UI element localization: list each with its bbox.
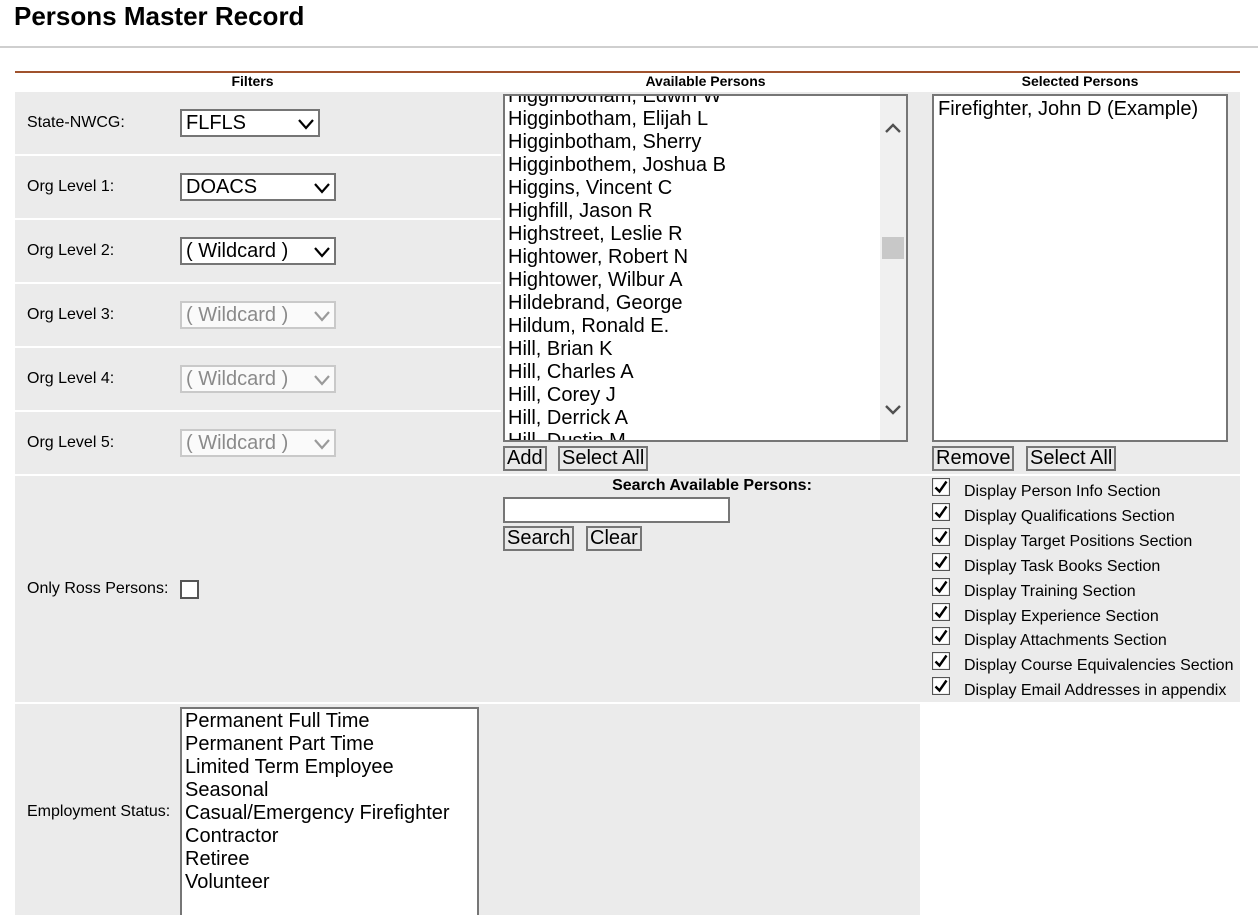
chevron-up-icon[interactable] — [884, 122, 902, 134]
scrollbar-thumb[interactable] — [882, 237, 904, 259]
remove-button[interactable]: Remove — [932, 446, 1015, 471]
org-level-5-select[interactable]: ( Wildcard ) — [180, 429, 336, 457]
org-level-4-select[interactable]: ( Wildcard ) — [180, 365, 336, 393]
chevron-down-icon — [314, 311, 330, 322]
chevron-down-icon — [314, 439, 330, 450]
search-button[interactable]: Search — [503, 526, 575, 551]
org-level-5-label: Org Level 5: — [27, 434, 115, 451]
available-person-option[interactable]: Hildebrand, George — [505, 292, 880, 315]
display-option-label: Display Course Equivalencies Section — [964, 657, 1234, 675]
org-level-3-select[interactable]: ( Wildcard ) — [180, 301, 336, 329]
only-ross-persons-label: Only Ross Persons: — [27, 580, 169, 597]
add-button[interactable]: Add — [503, 446, 547, 471]
select-all-available-button[interactable]: Select All — [558, 446, 649, 471]
employment-status-option[interactable]: Permanent Part Time — [182, 733, 450, 756]
employment-status-option[interactable]: Retiree — [182, 848, 450, 871]
state-nwcg-value: FLFLS — [186, 112, 247, 134]
available-person-option[interactable]: Higginbotham, Edwin W — [505, 96, 880, 108]
chevron-down-icon — [298, 119, 314, 130]
available-person-option[interactable]: Hill, Corey J — [505, 384, 880, 407]
employment-status-label: Employment Status: — [27, 803, 171, 820]
checked-checkbox-icon[interactable] — [932, 527, 950, 546]
checked-checkbox-icon[interactable] — [932, 478, 950, 496]
available-person-option[interactable]: Hill, Derrick A — [505, 407, 880, 430]
select-all-selected-button[interactable]: Select All — [1026, 446, 1117, 471]
checked-checkbox-icon[interactable] — [932, 602, 950, 621]
chevron-down-icon — [314, 183, 330, 194]
display-option-label: Display Experience Section — [964, 607, 1159, 625]
checked-checkbox-icon[interactable] — [932, 502, 950, 521]
display-option-label: Display Target Positions Section — [964, 532, 1193, 550]
selected-persons-header: Selected Persons — [1021, 73, 1139, 89]
org-level-4-value: ( Wildcard ) — [186, 368, 289, 390]
org-level-4-label: Org Level 4: — [27, 370, 115, 387]
available-person-option[interactable]: Highfill, Jason R — [505, 200, 880, 223]
org-level-1-select[interactable]: DOACS — [180, 173, 336, 201]
display-option-label: Display Attachments Section — [964, 632, 1167, 650]
only-ross-persons-checkbox[interactable] — [180, 580, 199, 599]
org-level-2-label: Org Level 2: — [27, 242, 115, 259]
available-person-option[interactable]: Hightower, Robert N — [505, 246, 880, 269]
clear-button[interactable]: Clear — [586, 526, 642, 551]
available-persons-header: Available Persons — [645, 73, 766, 89]
display-option-label: Display Qualifications Section — [964, 507, 1175, 525]
checked-checkbox-icon[interactable] — [932, 552, 950, 571]
employment-status-option[interactable]: Volunteer — [182, 871, 450, 894]
checked-checkbox-icon[interactable] — [932, 677, 950, 696]
employment-status-option[interactable]: Permanent Full Time — [182, 710, 450, 733]
available-person-option[interactable]: Hill, Charles A — [505, 361, 880, 384]
employment-status-option[interactable]: Limited Term Employee — [182, 756, 450, 779]
checked-checkbox-icon[interactable] — [932, 627, 950, 646]
title-divider — [0, 46, 1258, 48]
checked-checkbox-icon[interactable] — [932, 577, 950, 596]
available-person-option[interactable]: Higgins, Vincent C — [505, 177, 880, 200]
available-persons-list[interactable]: Higginbotham, Edwin W Higginbotham, Elija… — [503, 94, 908, 442]
selected-persons-items: Firefighter, John D (Example) — [935, 98, 1198, 121]
page-title: Persons Master Record — [14, 1, 305, 31]
org-level-1-value: DOACS — [186, 176, 258, 198]
display-option-label: Display Task Books Section — [964, 557, 1161, 575]
chevron-down-icon — [314, 375, 330, 386]
checked-checkbox-icon[interactable] — [932, 652, 950, 671]
available-person-option[interactable]: Higginbotham, Elijah L — [505, 108, 880, 131]
org-level-1-label: Org Level 1: — [27, 178, 115, 195]
available-person-option[interactable]: Hill, Dustin M — [505, 430, 880, 440]
available-person-option[interactable]: Hildum, Ronald E. — [505, 315, 880, 338]
search-label: Search Available Persons: — [612, 477, 812, 494]
org-level-3-value: ( Wildcard ) — [186, 304, 289, 326]
search-input[interactable] — [503, 497, 730, 523]
state-nwcg-select[interactable]: FLFLS — [180, 109, 320, 137]
employment-status-option[interactable]: Casual/Emergency Firefighter — [182, 802, 450, 825]
org-level-5-value: ( Wildcard ) — [186, 432, 289, 454]
available-person-option[interactable]: Higginbotham, Sherry — [505, 131, 880, 154]
display-option-label: Display Person Info Section — [964, 483, 1161, 500]
filters-header: Filters — [231, 73, 274, 89]
state-nwcg-label: State-NWCG: — [27, 114, 125, 131]
chevron-down-icon[interactable] — [884, 404, 902, 416]
available-person-option[interactable]: Hill, Brian K — [505, 338, 880, 361]
employment-status-option[interactable]: Seasonal — [182, 779, 450, 802]
org-level-2-select[interactable]: ( Wildcard ) — [180, 237, 336, 265]
org-level-3-label: Org Level 3: — [27, 306, 115, 323]
employment-status-option[interactable]: Contractor — [182, 825, 450, 848]
employment-status-items: Permanent Full Time Permanent Part Time Li… — [182, 710, 450, 894]
display-options: Display Person Info Section Display Quali… — [932, 478, 1238, 700]
org-level-2-value: ( Wildcard ) — [186, 240, 289, 262]
available-scrollbar[interactable] — [880, 96, 906, 440]
selected-person-option[interactable]: Firefighter, John D (Example) — [935, 98, 1198, 121]
available-person-option[interactable]: Higginbothem, Joshua B — [505, 154, 880, 177]
available-person-option[interactable]: Hightower, Wilbur A — [505, 269, 880, 292]
selected-persons-list[interactable]: Firefighter, John D (Example) — [932, 94, 1228, 442]
display-option-label: Display Training Section — [964, 582, 1136, 600]
available-persons-items: Higginbotham, Edwin W Higginbotham, Elija… — [505, 96, 880, 440]
available-person-option[interactable]: Highstreet, Leslie R — [505, 223, 880, 246]
display-option-label: Display Email Addresses in appendix — [964, 682, 1227, 700]
employment-status-list[interactable]: Permanent Full Time Permanent Part Time Li… — [180, 707, 479, 915]
chevron-down-icon — [314, 247, 330, 258]
